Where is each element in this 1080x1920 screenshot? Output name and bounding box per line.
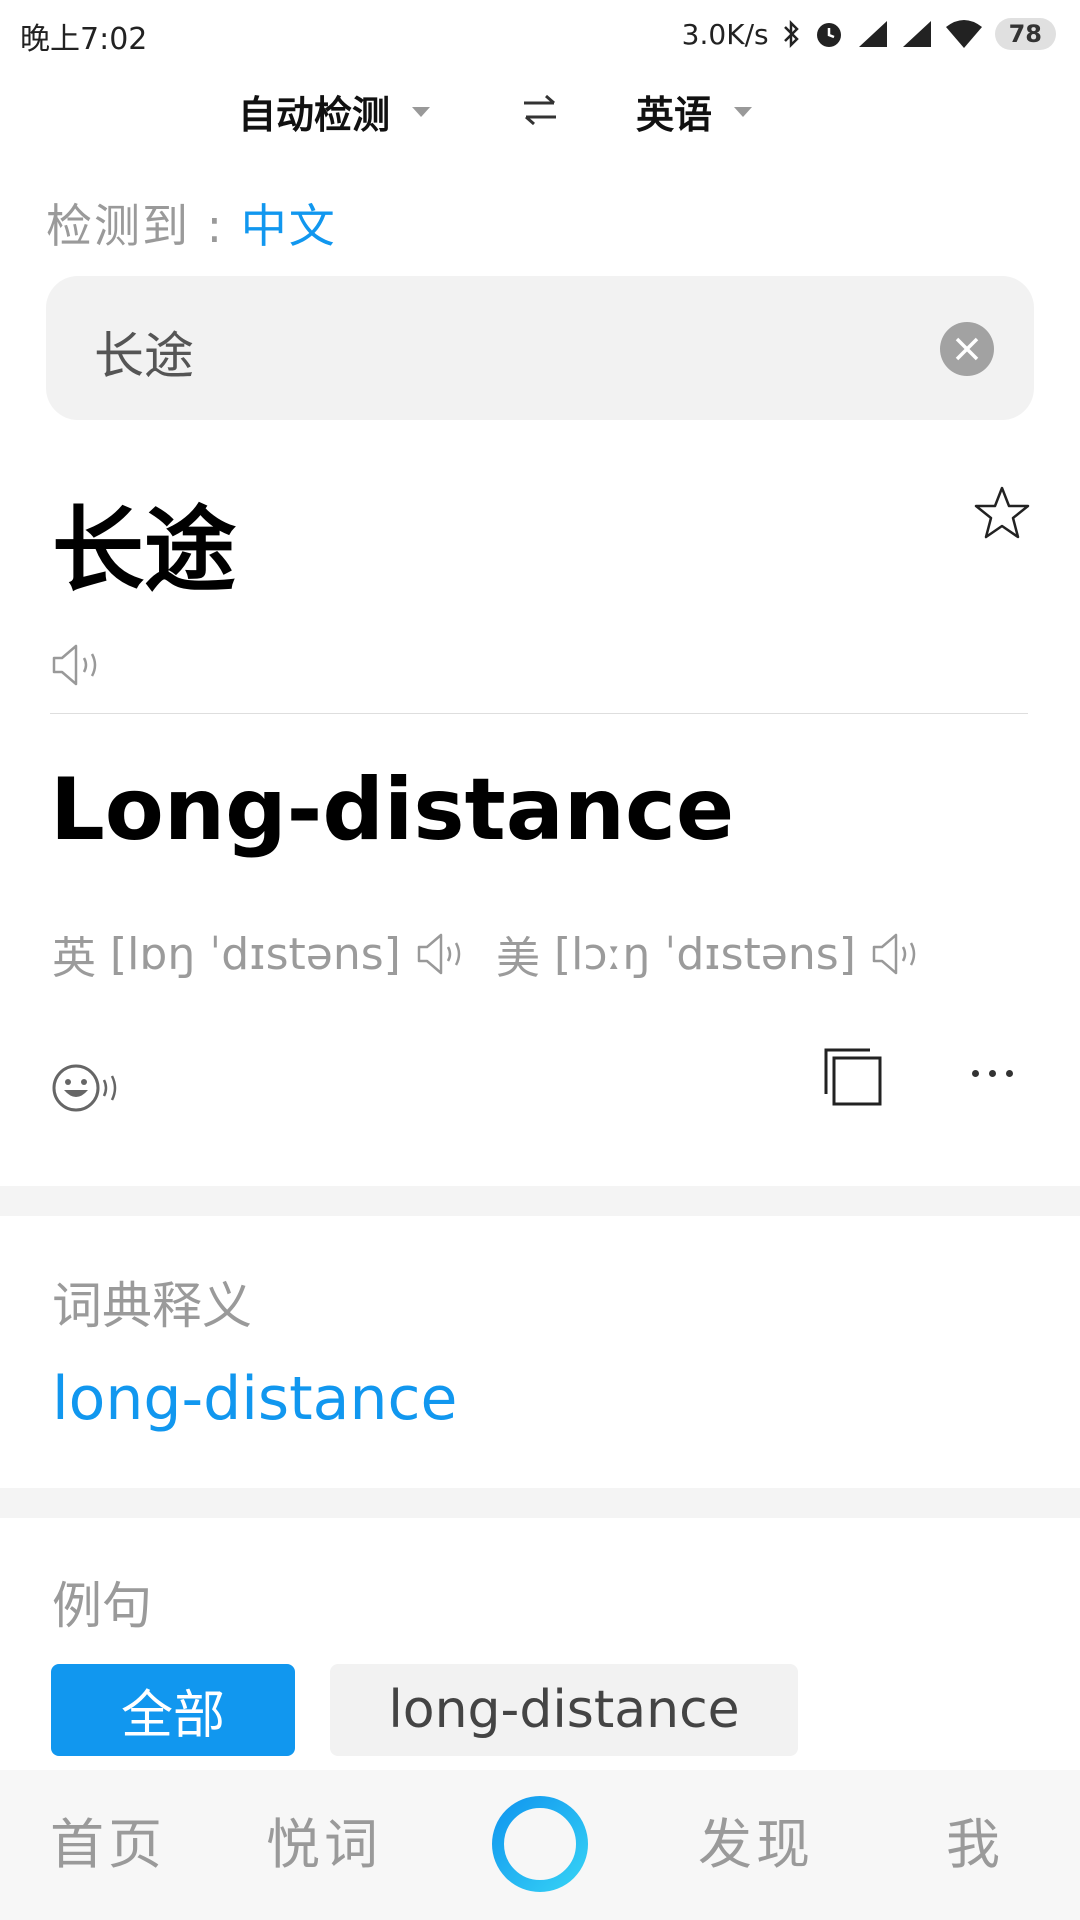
status-time: 晚上7:02 bbox=[20, 22, 148, 57]
detected-language-value: 中文 bbox=[240, 199, 337, 253]
uk-label: 英 bbox=[52, 933, 96, 984]
chevron-down-icon bbox=[734, 106, 753, 117]
network-speed: 3.0K/s bbox=[681, 17, 769, 51]
uk-pronunciation: 英 [lɒŋ ˈdɪstəns] bbox=[52, 922, 467, 986]
bluetooth-icon bbox=[783, 19, 799, 49]
copy-icon[interactable] bbox=[824, 1048, 882, 1106]
dictionary-entry[interactable]: long-distance bbox=[52, 1364, 457, 1434]
nav-item-me[interactable]: 我 bbox=[946, 1800, 1004, 1879]
us-label: 美 bbox=[496, 933, 540, 984]
translation-input-box[interactable] bbox=[46, 276, 1034, 420]
emoji-speaker-icon[interactable] bbox=[50, 1060, 122, 1116]
divider bbox=[50, 713, 1028, 714]
speaker-icon[interactable] bbox=[50, 640, 104, 690]
us-phonetic: [lɔːŋ ˈdɪstəns] bbox=[554, 928, 856, 980]
filter-chip-all[interactable]: 全部 bbox=[51, 1664, 295, 1756]
wifi-icon bbox=[945, 20, 982, 48]
source-language-label: 自动检测 bbox=[238, 93, 391, 137]
nav-item-discover[interactable]: 发现 bbox=[698, 1800, 814, 1879]
speaker-icon[interactable] bbox=[870, 930, 922, 978]
speaker-icon[interactable] bbox=[415, 930, 467, 978]
section-divider bbox=[0, 1186, 1080, 1216]
target-language-select[interactable]: 英语 bbox=[636, 84, 753, 139]
chevron-down-icon bbox=[412, 106, 431, 117]
us-pronunciation: 美 [lɔːŋ ˈdɪstəns] bbox=[496, 922, 922, 986]
detected-language: 检测到 : 中文 bbox=[46, 190, 337, 256]
swap-icon[interactable] bbox=[518, 88, 562, 132]
examples-title: 例句 bbox=[52, 1577, 152, 1635]
nav-item-words[interactable]: 悦词 bbox=[266, 1800, 382, 1879]
source-word: 长途 bbox=[52, 497, 237, 604]
nav-item-home[interactable]: 首页 bbox=[50, 1800, 166, 1879]
translation-result: Long-distance bbox=[50, 760, 735, 860]
status-icons: 3.0K/s 78 bbox=[682, 14, 1056, 54]
alarm-icon bbox=[816, 23, 841, 47]
clear-icon[interactable] bbox=[940, 322, 994, 376]
signal-icon bbox=[902, 21, 931, 47]
translation-input[interactable]: 长途 bbox=[94, 316, 194, 388]
battery-icon: 78 bbox=[994, 18, 1056, 50]
dictionary-title: 词典释义 bbox=[52, 1277, 252, 1335]
filter-chip-word[interactable]: long-distance bbox=[330, 1664, 798, 1756]
uk-phonetic: [lɒŋ ˈdɪstəns] bbox=[110, 928, 401, 980]
section-divider bbox=[0, 1488, 1080, 1518]
more-icon[interactable] bbox=[972, 1070, 1013, 1077]
signal-icon bbox=[858, 21, 887, 47]
target-language-label: 英语 bbox=[636, 93, 713, 137]
voice-assistant-icon[interactable] bbox=[490, 1794, 590, 1894]
star-icon[interactable] bbox=[972, 484, 1032, 544]
detected-label: 检测到 : bbox=[46, 199, 225, 253]
source-language-select[interactable]: 自动检测 bbox=[238, 84, 431, 139]
